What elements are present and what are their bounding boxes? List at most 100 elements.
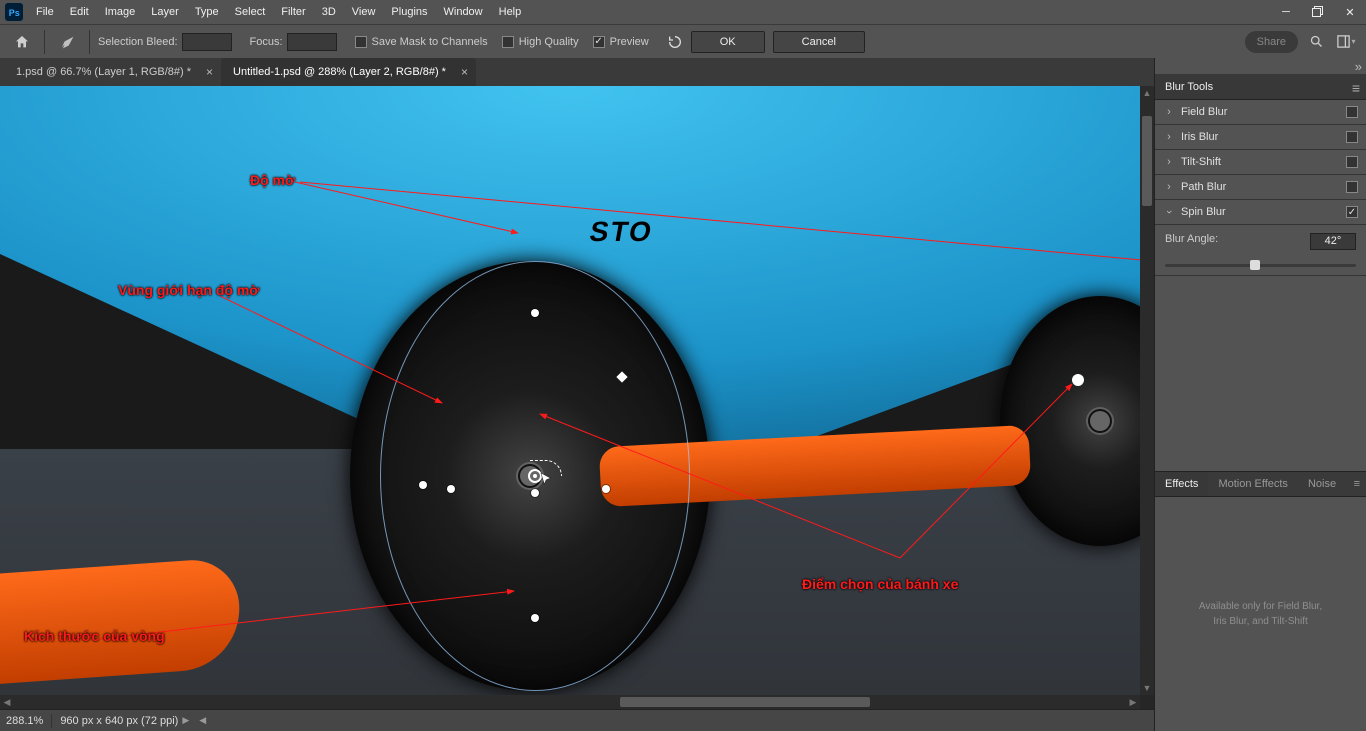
canvas[interactable]: STO Độ mờ V [0,86,1140,709]
cancel-button[interactable]: Cancel [773,31,865,53]
menu-window[interactable]: Window [436,0,491,24]
annotation-opacity-bounds: Vùng giới hạn độ mờ [118,282,259,298]
spin-blur-body: Blur Angle: 42° [1155,225,1366,276]
blur-tools-tab[interactable]: Blur Tools ≡ [1155,74,1366,100]
tab-doc-2[interactable]: Untitled-1.psd @ 288% (Layer 2, RGB/8#) … [221,58,476,86]
scroll-down-icon[interactable]: ▼ [1140,681,1154,695]
ps-logo: Ps [0,0,28,24]
close-icon[interactable]: × [461,65,468,79]
workspace-icon[interactable]: ▾ [1334,30,1358,54]
tab-doc-1[interactable]: 1.psd @ 66.7% (Layer 1, RGB/8#) * × [4,58,221,86]
panel-menu-icon[interactable]: ≡ [1348,472,1366,496]
accordion-label: Spin Blur [1181,206,1226,218]
toggle-checkbox[interactable] [1346,156,1358,168]
toggle-checkbox[interactable] [1346,131,1358,143]
menu-help[interactable]: Help [491,0,530,24]
path-blur-row[interactable]: › Path Blur [1155,175,1366,200]
car-badge: STO [587,216,656,248]
menu-edit[interactable]: Edit [62,0,97,24]
panel-menu-icon[interactable]: ≡ [1352,80,1360,96]
menu-file[interactable]: File [28,0,62,24]
ok-button[interactable]: OK [691,31,765,53]
horizontal-scrollbar[interactable]: ◀ ▶ [0,695,1140,709]
effects-hint: Available only for Field Blur, Iris Blur… [1155,497,1366,731]
doc-dimensions: 960 px x 640 px (72 ppi) [60,715,178,727]
selection-bleed-label: Selection Bleed: [98,36,178,48]
focus-label: Focus: [250,36,283,48]
minimize-icon[interactable]: ─ [1270,0,1302,24]
accordion-label: Iris Blur [1181,131,1218,143]
tab-noise[interactable]: Noise [1298,472,1346,496]
high-quality-label: High Quality [519,36,579,48]
menu-image[interactable]: Image [97,0,144,24]
restore-icon[interactable] [1302,0,1334,24]
blur-tools-list: › Field Blur › Iris Blur › Tilt-Shift › Path… [1155,100,1366,276]
save-mask-label: Save Mask to Channels [372,36,488,48]
menubar: Ps File Edit Image Layer Type Select Fil… [0,0,1366,24]
spin-blur-row[interactable]: › Spin Blur [1155,200,1366,225]
close-icon[interactable]: × [206,65,213,79]
tab-effects[interactable]: Effects [1155,472,1208,496]
annotation-ring-size: Kích thước của vòng [24,628,165,644]
preview-label: Preview [610,36,649,48]
annotation-opacity: Độ mờ [250,172,295,188]
preview-checkbox[interactable]: Preview [593,36,649,48]
iris-blur-row[interactable]: › Iris Blur [1155,125,1366,150]
toggle-checkbox[interactable] [1346,206,1358,218]
accordion-label: Tilt-Shift [1181,156,1221,168]
reset-icon[interactable] [663,30,687,54]
search-icon[interactable] [1304,30,1328,54]
tilt-shift-row[interactable]: › Tilt-Shift [1155,150,1366,175]
scroll-right-icon[interactable]: ▶ [1126,695,1140,709]
menu-type[interactable]: Type [187,0,227,24]
selection-bleed-input[interactable] [182,33,232,51]
panel-title: Blur Tools [1165,81,1213,93]
chevron-right-icon: › [1163,131,1175,143]
scrollbar-thumb[interactable] [620,697,870,707]
home-icon[interactable] [8,28,36,56]
accordion-label: Path Blur [1181,181,1226,193]
menu-view[interactable]: View [344,0,384,24]
toggle-checkbox[interactable] [1346,181,1358,193]
accordion-label: Field Blur [1181,106,1227,118]
canvas-area: STO Độ mờ V [0,86,1154,709]
tab-motion-effects[interactable]: Motion Effects [1208,472,1298,496]
chevron-right-icon: › [1163,156,1175,168]
blur-angle-value[interactable]: 42° [1310,233,1356,250]
svg-text:Ps: Ps [9,8,20,18]
blur-angle-label: Blur Angle: [1165,233,1218,245]
spin-blur-point-2[interactable] [1072,374,1084,386]
menu-select[interactable]: Select [227,0,274,24]
image-content: STO [0,86,1140,709]
chevron-right-icon[interactable]: ▶ [182,715,189,726]
scroll-left-icon[interactable]: ◀ [0,695,14,709]
effects-tabs: Effects Motion Effects Noise ≡ [1155,471,1366,497]
menu-filter[interactable]: Filter [273,0,313,24]
toggle-checkbox[interactable] [1346,106,1358,118]
scrollbar-thumb[interactable] [1142,116,1152,206]
menu-layer[interactable]: Layer [143,0,187,24]
zoom-value[interactable]: 288.1% [6,715,43,727]
menu-plugins[interactable]: Plugins [383,0,435,24]
field-blur-row[interactable]: › Field Blur [1155,100,1366,125]
panel-collapse-icon[interactable]: » [1155,58,1366,74]
status-bar: 288.1% 960 px x 640 px (72 ppi) ▶ ◀ [0,709,1154,731]
focus-input[interactable] [287,33,337,51]
menu-3d[interactable]: 3D [314,0,344,24]
blur-angle-slider[interactable] [1165,264,1356,267]
tab-label: 1.psd @ 66.7% (Layer 1, RGB/8#) * [16,66,191,78]
options-bar: Selection Bleed: Focus: Save Mask to Cha… [0,24,1366,58]
tab-label: Untitled-1.psd @ 288% (Layer 2, RGB/8#) … [233,66,446,78]
chevron-left-icon[interactable]: ◀ [199,715,206,726]
tool-preset-icon[interactable] [53,28,81,56]
annotation-wheel-point: Điểm chọn của bánh xe [802,576,958,592]
high-quality-checkbox[interactable]: High Quality [502,36,579,48]
vertical-scrollbar[interactable]: ▲ ▼ [1140,86,1154,695]
close-icon[interactable]: ✕ [1334,0,1366,24]
save-mask-checkbox[interactable]: Save Mask to Channels [355,36,488,48]
scroll-up-icon[interactable]: ▲ [1140,86,1154,100]
chevron-right-icon: › [1163,106,1175,118]
chevron-down-icon: › [1163,206,1175,218]
share-button[interactable]: Share [1245,31,1298,53]
chevron-right-icon: › [1163,181,1175,193]
